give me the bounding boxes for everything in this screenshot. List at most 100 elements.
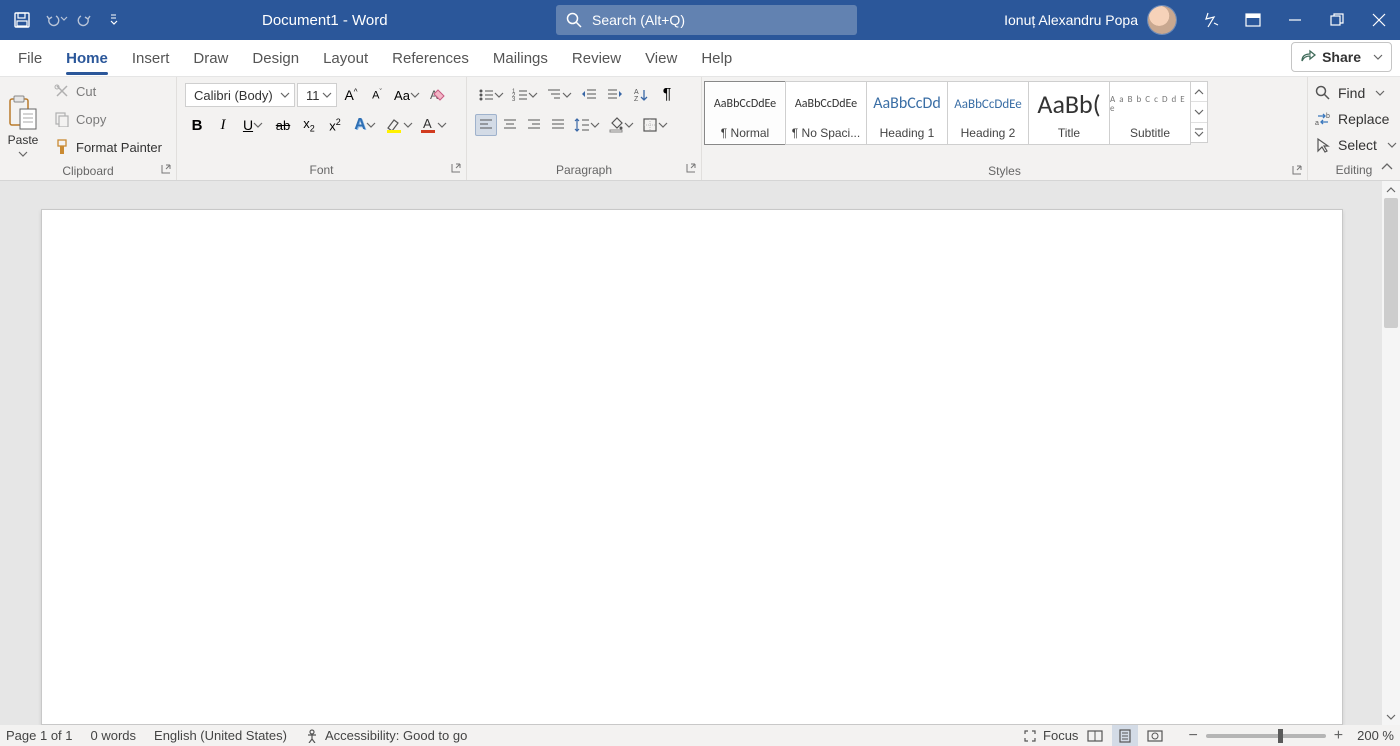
line-spacing-button[interactable]: [571, 113, 603, 137]
styles-scroll-up[interactable]: [1191, 82, 1207, 102]
customize-qat-button[interactable]: [104, 7, 128, 33]
undo-button[interactable]: [36, 7, 70, 33]
scroll-up-arrow[interactable]: [1382, 181, 1400, 198]
redo-button[interactable]: [72, 7, 96, 33]
collapse-ribbon-button[interactable]: [1378, 158, 1396, 176]
tab-draw[interactable]: Draw: [181, 40, 240, 76]
search-box[interactable]: Search (Alt+Q): [556, 5, 857, 35]
highlight-button[interactable]: [383, 113, 415, 137]
styles-expand[interactable]: [1191, 123, 1207, 142]
superscript-button[interactable]: x2: [323, 113, 347, 137]
styles-scroll-down[interactable]: [1191, 102, 1207, 122]
change-case-button[interactable]: Aa: [391, 83, 423, 107]
strikethrough-button[interactable]: ab: [271, 113, 295, 137]
font-size-combo[interactable]: 11: [297, 83, 337, 107]
paste-button[interactable]: Paste: [0, 77, 46, 161]
style-heading-2[interactable]: AaBbCcDdEe Heading 2: [947, 81, 1029, 145]
multilevel-list-button[interactable]: [543, 83, 575, 107]
zoom-slider[interactable]: [1206, 734, 1326, 738]
cut-label: Cut: [76, 84, 96, 99]
tab-design[interactable]: Design: [240, 40, 311, 76]
style-no-spacing[interactable]: AaBbCcDdEe ¶ No Spaci...: [785, 81, 867, 145]
underline-button[interactable]: U: [237, 113, 269, 137]
tab-references[interactable]: References: [380, 40, 481, 76]
tab-file[interactable]: File: [6, 40, 54, 76]
language-status[interactable]: English (United States): [154, 728, 287, 743]
read-mode-button[interactable]: [1082, 725, 1108, 746]
borders-button[interactable]: [639, 113, 671, 137]
scroll-track[interactable]: [1382, 198, 1400, 708]
style-subtitle[interactable]: A a B b C c D d E e Subtitle: [1109, 81, 1191, 145]
zoom-handle[interactable]: [1278, 729, 1283, 743]
numbering-button[interactable]: 123: [509, 83, 541, 107]
align-center-button[interactable]: [499, 114, 521, 136]
save-button[interactable]: [10, 7, 34, 33]
zoom-level[interactable]: 200 %: [1357, 728, 1394, 743]
document-area: [0, 181, 1400, 725]
chevron-down-icon: [60, 15, 70, 25]
group-clipboard: Paste Cut Copy Format Painter Clipboa: [0, 77, 177, 180]
font-color-button[interactable]: A: [417, 113, 449, 137]
maximize-button[interactable]: [1316, 0, 1358, 40]
styles-dialog-launcher[interactable]: [1291, 164, 1303, 176]
style-heading-1[interactable]: AaBbCcDd Heading 1: [866, 81, 948, 145]
coming-soon-button[interactable]: [1190, 0, 1232, 40]
italic-button[interactable]: I: [211, 113, 235, 137]
sort-button[interactable]: AZ: [629, 83, 653, 107]
shading-button[interactable]: [605, 113, 637, 137]
tab-view[interactable]: View: [633, 40, 689, 76]
cut-button[interactable]: Cut: [50, 79, 172, 103]
find-button[interactable]: Find: [1314, 81, 1400, 105]
justify-button[interactable]: [547, 114, 569, 136]
text-effects-button[interactable]: A: [349, 113, 381, 137]
subscript-button[interactable]: x2: [297, 113, 321, 137]
format-painter-button[interactable]: Format Painter: [50, 135, 172, 159]
bold-button[interactable]: B: [185, 113, 209, 137]
clear-formatting-button[interactable]: A: [425, 83, 449, 107]
read-mode-icon: [1087, 729, 1103, 743]
accessibility-status[interactable]: Accessibility: Good to go: [305, 728, 467, 743]
select-button[interactable]: Select: [1314, 133, 1400, 157]
word-count-status[interactable]: 0 words: [91, 728, 137, 743]
document-page[interactable]: [41, 209, 1343, 725]
increase-indent-button[interactable]: [603, 83, 627, 107]
zoom-in-button[interactable]: +: [1330, 727, 1347, 745]
clipboard-dialog-launcher[interactable]: [160, 163, 172, 175]
web-layout-button[interactable]: [1142, 725, 1168, 746]
grow-font-button[interactable]: A^: [339, 83, 363, 107]
tab-review[interactable]: Review: [560, 40, 633, 76]
scroll-thumb[interactable]: [1384, 198, 1398, 328]
vertical-scrollbar[interactable]: [1382, 181, 1400, 725]
chevron-down-icon: [366, 120, 376, 130]
tab-help[interactable]: Help: [689, 40, 744, 76]
page-number-status[interactable]: Page 1 of 1: [6, 728, 73, 743]
font-name-combo[interactable]: Calibri (Body): [185, 83, 295, 107]
chevron-down-icon: [322, 90, 332, 100]
focus-mode-button[interactable]: Focus: [1023, 728, 1078, 743]
minimize-button[interactable]: [1274, 0, 1316, 40]
replace-button[interactable]: ab Replace: [1314, 107, 1400, 131]
account-button[interactable]: Ionuț Alexandru Popa: [1004, 6, 1176, 34]
ribbon-display-options-button[interactable]: [1232, 0, 1274, 40]
zoom-out-button[interactable]: −: [1184, 727, 1201, 745]
tab-mailings[interactable]: Mailings: [481, 40, 560, 76]
close-button[interactable]: [1358, 0, 1400, 40]
style-normal[interactable]: AaBbCcDdEe ¶ Normal: [704, 81, 786, 145]
font-dialog-launcher[interactable]: [450, 162, 462, 174]
copy-button[interactable]: Copy: [50, 107, 172, 131]
share-button[interactable]: Share: [1291, 42, 1392, 72]
align-left-button[interactable]: [475, 114, 497, 136]
justify-icon: [551, 118, 565, 132]
tab-layout[interactable]: Layout: [311, 40, 380, 76]
bullets-button[interactable]: [475, 83, 507, 107]
align-right-button[interactable]: [523, 114, 545, 136]
paragraph-dialog-launcher[interactable]: [685, 162, 697, 174]
shrink-font-button[interactable]: Aˇ: [365, 83, 389, 107]
show-hide-button[interactable]: ¶: [655, 83, 679, 107]
decrease-indent-button[interactable]: [577, 83, 601, 107]
style-title[interactable]: AaBb( Title: [1028, 81, 1110, 145]
tab-home[interactable]: Home: [54, 40, 120, 76]
tab-insert[interactable]: Insert: [120, 40, 182, 76]
scroll-down-arrow[interactable]: [1382, 708, 1400, 725]
print-layout-button[interactable]: [1112, 725, 1138, 746]
